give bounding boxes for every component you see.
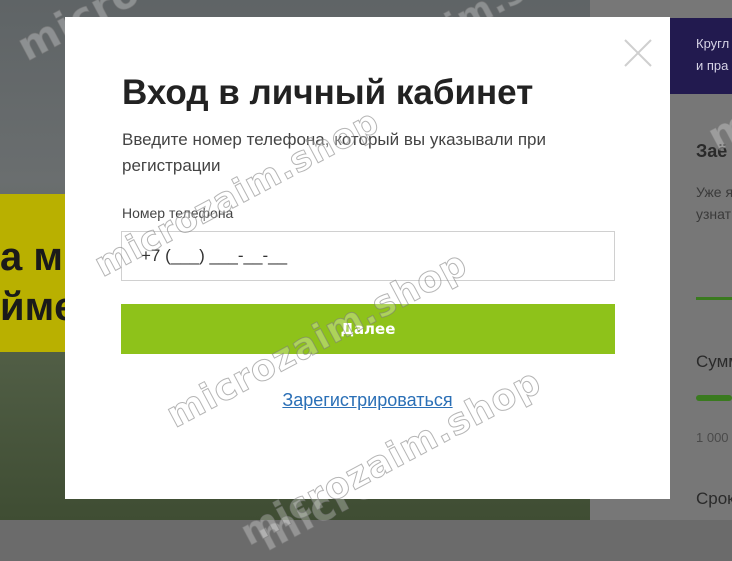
modal-subtitle: Введите номер телефона, который вы указы… (122, 130, 547, 175)
modal-title: Вход в личный кабинет (122, 73, 534, 112)
close-icon (624, 39, 652, 67)
close-button[interactable] (622, 37, 654, 69)
sum-slider-track[interactable] (696, 395, 732, 401)
background-right-header: Кругл и пра (670, 18, 732, 94)
sum-min-label: 1 000 (696, 430, 729, 445)
phone-input[interactable] (121, 231, 615, 281)
banner-text-line-1: а м (0, 235, 63, 279)
header-line-1: Кругл (696, 36, 730, 51)
right-title: Заё (696, 141, 728, 161)
register-link[interactable]: Зарегистрироваться (65, 390, 670, 411)
login-modal: Вход в личный кабинет Введите номер теле… (65, 17, 670, 499)
header-line-2: и пра (696, 58, 729, 73)
banner-text-line-2: йме (0, 285, 70, 329)
sum-label: Сумм (696, 352, 732, 371)
right-divider (696, 297, 732, 300)
phone-label: Номер телефона (122, 205, 234, 221)
next-button[interactable]: Далее (121, 304, 615, 354)
background-banner-text: а м йме (0, 232, 70, 332)
right-text-1: Уже я (696, 184, 732, 200)
term-label: Срок (696, 489, 732, 508)
right-text-2: узнат (696, 206, 732, 222)
